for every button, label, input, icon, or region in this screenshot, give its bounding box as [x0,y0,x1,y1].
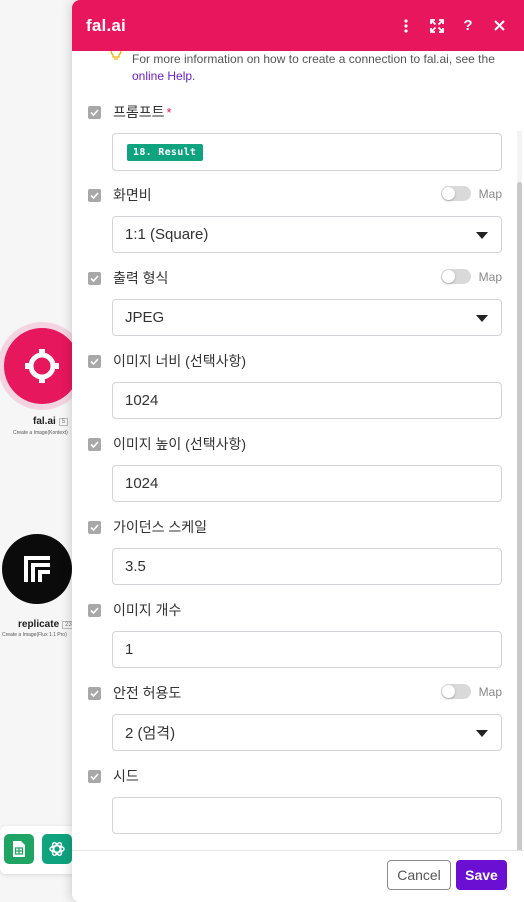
help-note-text: For more information on how to create a … [132,52,495,66]
image-width-label: 이미지 너비 (선택사항) [113,353,247,369]
output-format-value: JPEG [125,309,165,326]
seed-input[interactable] [112,797,502,834]
scrollbar-thumb[interactable] [517,182,522,850]
output-format-label: 출력 형식 [113,270,169,286]
seed-label: 시드 [113,768,139,784]
connection-help-note: For more information on how to create a … [110,51,510,85]
aspect-ratio-field: 화면비 Map 1:1 (Square) [88,185,502,253]
replicate-node-label: replicate 23 [18,619,75,630]
falai-node-icon [25,349,59,383]
save-button[interactable]: Save [456,860,507,890]
output-format-checkbox[interactable] [88,271,101,285]
guidance-scale-value: 3.5 [125,558,146,575]
modal-title: fal.ai [86,15,126,35]
replicate-node[interactable] [2,534,72,604]
safety-tolerance-field: 안전 허용도 Map 2 (엄격) [88,683,502,751]
image-height-field: 이미지 높이 (선택사항) 1024 [88,434,502,502]
image-width-checkbox[interactable] [88,354,101,368]
sheets-icon [13,841,25,857]
expand-icon[interactable] [430,18,444,33]
openai-button[interactable] [42,834,72,864]
image-width-field: 이미지 너비 (선택사항) 1024 [88,351,502,419]
google-sheets-button[interactable] [4,834,34,864]
close-icon[interactable] [492,19,506,33]
image-count-value: 1 [125,641,134,658]
image-height-value: 1024 [125,475,159,492]
falai-node-label: fal.ai 5 [33,416,69,427]
aspect-ratio-map-toggle[interactable]: Map [440,186,502,201]
more-options-icon[interactable] [399,18,413,33]
safety-tolerance-value: 2 (엄격) [125,725,176,742]
replicate-icon [24,556,50,582]
aspect-ratio-value: 1:1 (Square) [125,226,209,243]
module-settings-modal: fal.ai ? For more information on how to … [72,0,524,902]
guidance-scale-field: 가이던스 스케일 3.5 [88,517,502,585]
openai-icon [49,842,65,856]
header-actions: ? [399,0,506,51]
safety-tolerance-checkbox[interactable] [88,686,101,700]
replicate-node-subtitle: Create a Image(Flux 1.1 Pro) [2,632,67,638]
map-label: Map [478,269,502,284]
aspect-ratio-label: 화면비 [113,187,152,203]
falai-node-subtitle: Create a Image(Kontext) [13,430,68,436]
output-format-field: 출력 형식 Map JPEG [88,268,502,336]
map-switch[interactable] [440,269,471,284]
falai-node-badge: 5 [58,418,69,426]
prompt-label: 프롬프트 [113,104,165,120]
image-count-label: 이미지 개수 [113,602,182,618]
map-switch[interactable] [440,684,471,699]
seed-field: 시드 [88,766,502,834]
guidance-scale-checkbox[interactable] [88,520,101,534]
help-icon[interactable]: ? [461,18,475,33]
prompt-input[interactable]: 18. Result [112,133,502,171]
modal-body[interactable]: For more information on how to create a … [72,51,524,850]
image-count-input[interactable]: 1 [112,631,502,668]
safety-tolerance-label: 안전 허용도 [113,685,182,701]
image-width-input[interactable]: 1024 [112,382,502,419]
output-format-map-toggle[interactable]: Map [440,269,502,284]
guidance-scale-input[interactable]: 3.5 [112,548,502,585]
image-height-checkbox[interactable] [88,437,101,451]
falai-node[interactable] [4,328,80,404]
image-width-value: 1024 [125,392,159,409]
aspect-ratio-checkbox[interactable] [88,188,101,202]
map-label: Map [478,186,502,201]
online-help-link[interactable]: online Help [132,69,192,83]
image-count-checkbox[interactable] [88,603,101,617]
mapped-value-pill[interactable]: 18. Result [127,143,204,161]
prompt-checkbox[interactable] [88,105,101,119]
bottom-toolbar [0,826,80,874]
aspect-ratio-select[interactable]: 1:1 (Square) [112,216,502,253]
modal-header: fal.ai ? [72,0,524,51]
output-format-select[interactable]: JPEG [112,299,502,336]
prompt-field: 프롬프트 * 18. Result [88,102,502,171]
required-mark: * [166,104,172,120]
modal-footer: Cancel Save [72,850,524,902]
seed-checkbox[interactable] [88,769,101,783]
cancel-button[interactable]: Cancel [387,860,451,890]
map-switch[interactable] [440,186,471,201]
image-height-input[interactable]: 1024 [112,465,502,502]
safety-tolerance-map-toggle[interactable]: Map [440,684,502,699]
lightbulb-icon [110,51,122,60]
image-height-label: 이미지 높이 (선택사항) [113,436,247,452]
help-note-period: . [192,69,196,83]
map-label: Map [478,684,502,699]
guidance-scale-label: 가이던스 스케일 [113,519,208,535]
safety-tolerance-select[interactable]: 2 (엄격) [112,714,502,751]
image-count-field: 이미지 개수 1 [88,600,502,668]
